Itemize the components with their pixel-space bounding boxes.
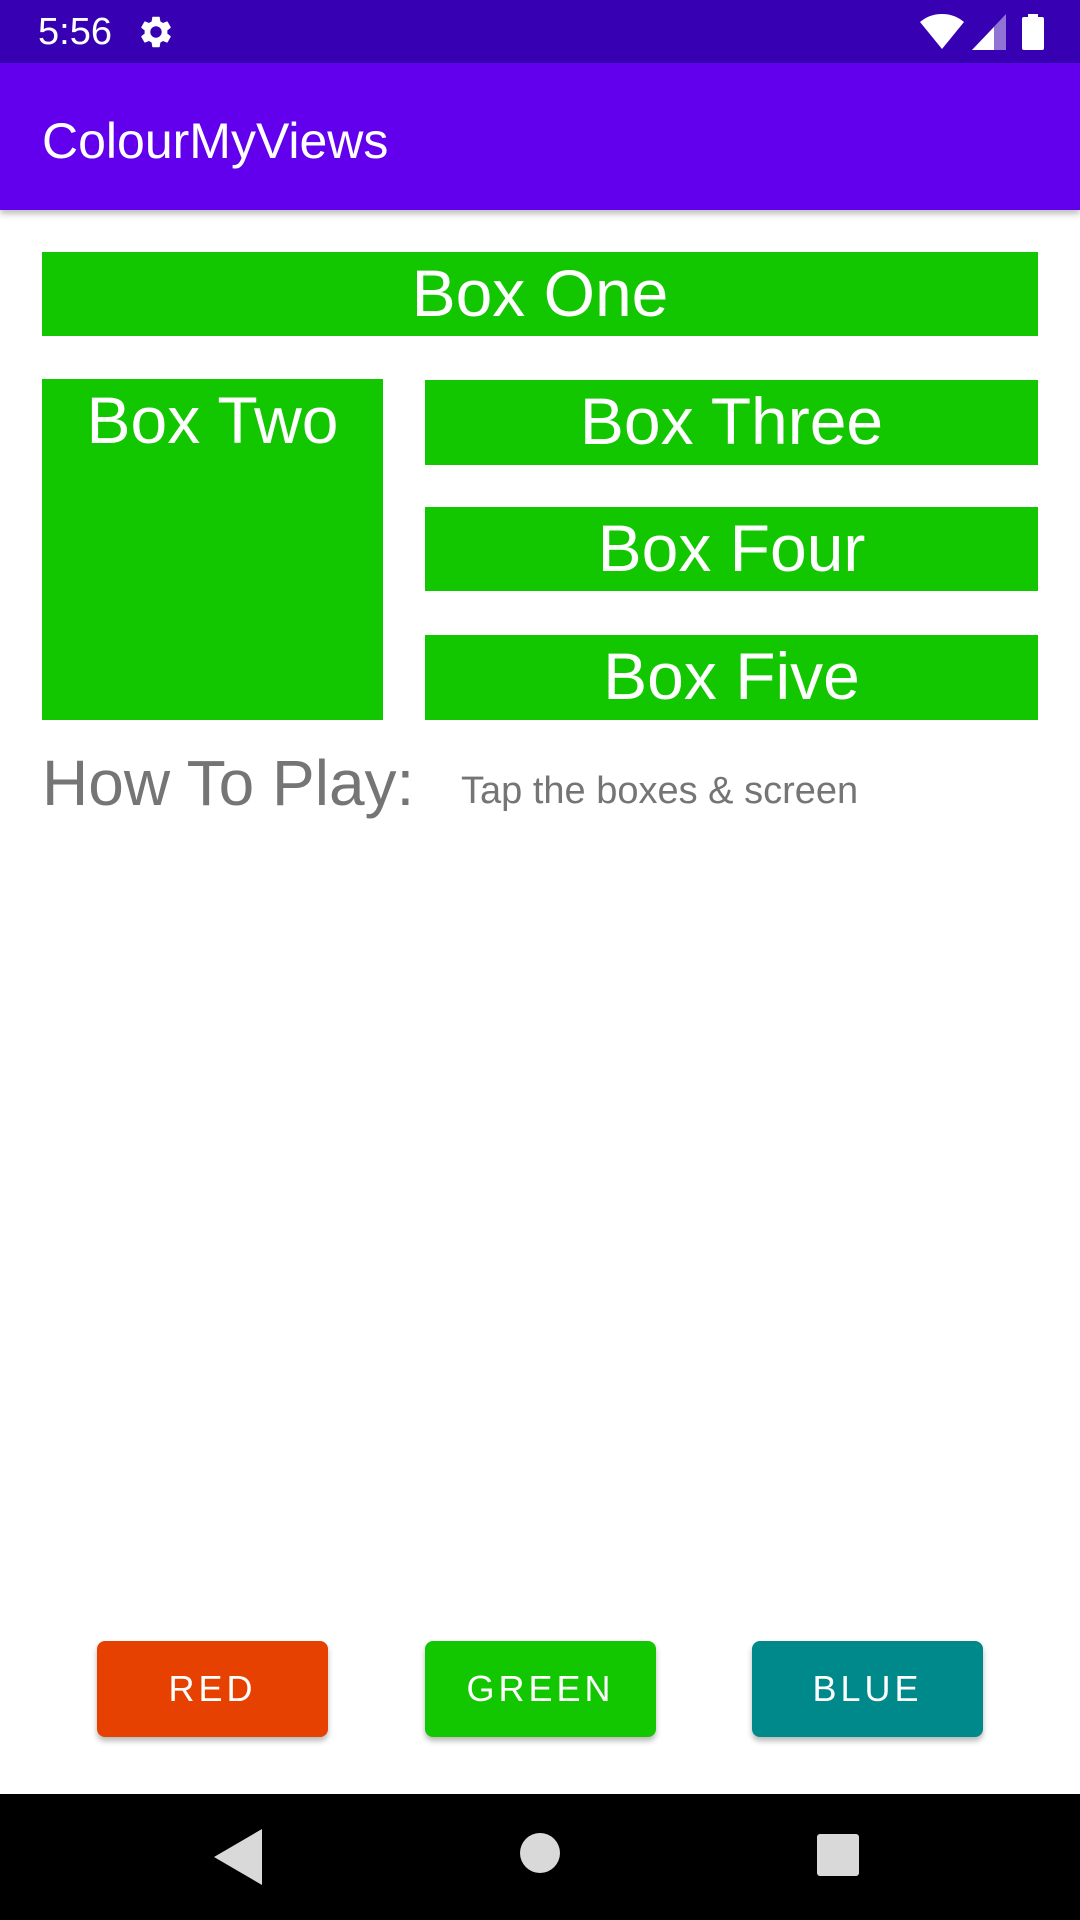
back-icon[interactable] [214, 1829, 262, 1885]
box-one[interactable]: Box One [42, 252, 1038, 336]
status-bar: 5:56 [0, 0, 1080, 63]
red-button[interactable]: RED [97, 1641, 328, 1737]
home-icon[interactable] [519, 1832, 561, 1874]
box-five[interactable]: Box Five [425, 635, 1038, 720]
box-four[interactable]: Box Four [425, 507, 1038, 591]
signal-icon [972, 14, 1006, 50]
status-time: 5:56 [38, 11, 112, 53]
box-three[interactable]: Box Three [425, 380, 1038, 465]
wifi-icon [920, 14, 964, 49]
how-to-play-label: How To Play: [42, 747, 415, 819]
gear-icon [141, 16, 171, 48]
navigation-bar [0, 1794, 1080, 1920]
box-two[interactable]: Box Two [42, 379, 383, 720]
screen[interactable]: 5:56 ColourMyViews Box One Box Two Box T… [0, 0, 1080, 1920]
status-icons [920, 12, 1044, 52]
green-button[interactable]: GREEN [425, 1641, 656, 1737]
battery-icon [1022, 14, 1044, 50]
app-bar: ColourMyViews [0, 63, 1080, 210]
blue-button[interactable]: BLUE [752, 1641, 983, 1737]
recents-icon[interactable] [817, 1834, 859, 1876]
how-to-play-text: Tap the boxes & screen [461, 770, 859, 812]
app-title: ColourMyViews [42, 113, 389, 169]
